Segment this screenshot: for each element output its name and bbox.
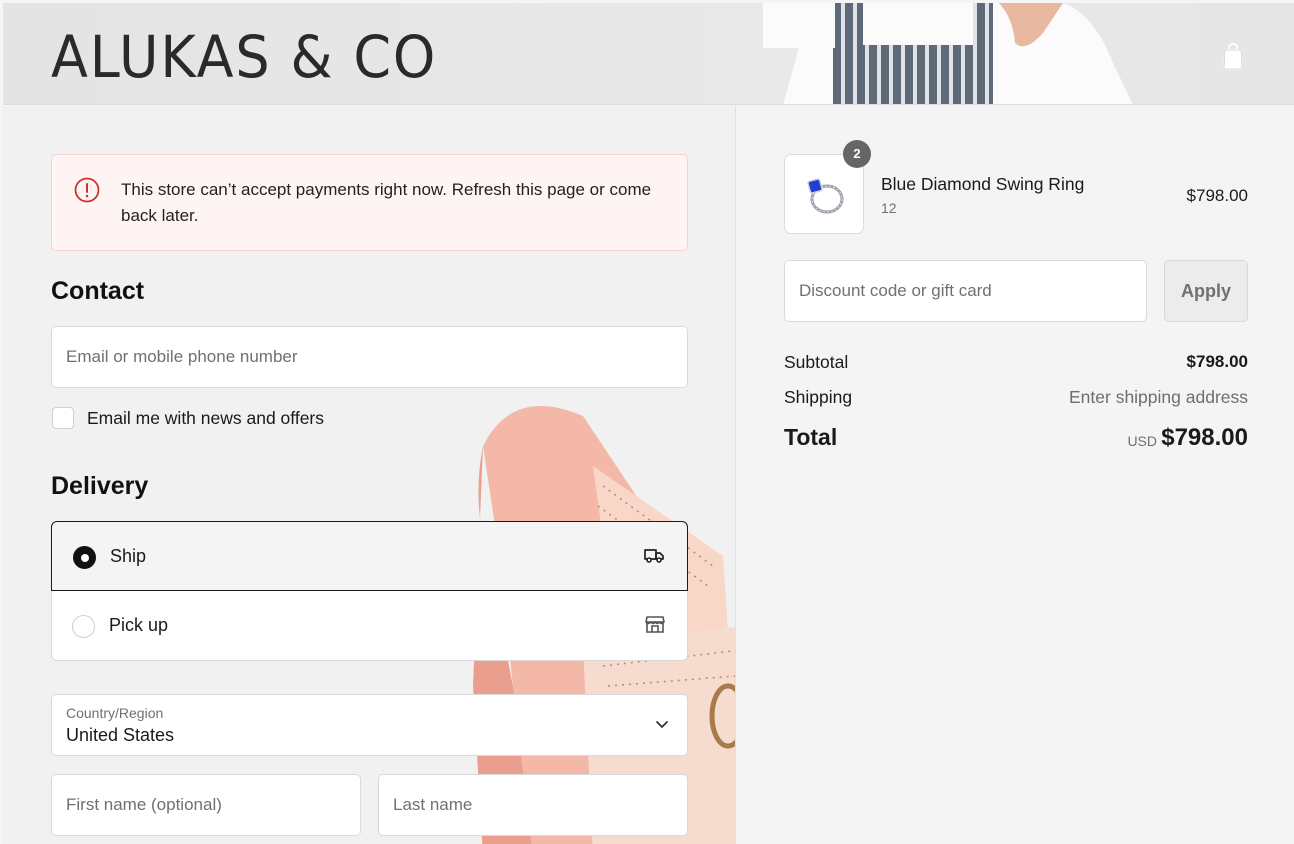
country-select[interactable]: Country/Region United States	[51, 694, 688, 756]
country-value: United States	[66, 725, 175, 745]
product-variant: 12	[881, 200, 897, 216]
pickup-radio[interactable]	[72, 615, 95, 638]
header-hero-image	[763, 3, 1133, 104]
quantity-badge: 2	[843, 140, 871, 168]
shipping-label: Shipping	[784, 387, 853, 407]
country-label: Country/Region	[66, 705, 164, 721]
delivery-method-group: Ship Pick up	[51, 521, 688, 661]
total-value: $798.00	[1161, 424, 1248, 451]
error-circle-icon	[74, 177, 100, 203]
newsletter-checkbox[interactable]	[52, 407, 74, 429]
order-summary-column: 2 Blue Diamond Swing Ring 12 $798.00 Dis…	[737, 106, 1294, 844]
discount-placeholder: Discount code or gift card	[799, 281, 992, 300]
last-name-field[interactable]: Last name	[378, 774, 688, 836]
pickup-label: Pick up	[109, 615, 169, 635]
store-logo[interactable]: ALUKAS & CO	[51, 23, 437, 91]
currency-code: USD	[1127, 433, 1157, 449]
product-price: $798.00	[1186, 186, 1248, 205]
total-label: Total	[784, 424, 838, 450]
delivery-option-ship[interactable]: Ship	[51, 521, 688, 591]
delivery-option-pickup[interactable]: Pick up	[51, 591, 688, 661]
payment-error-alert: This store can’t accept payments right n…	[51, 154, 688, 251]
subtotal-value: $798.00	[1186, 352, 1248, 371]
last-name-placeholder: Last name	[393, 795, 473, 814]
chevron-down-icon	[656, 721, 668, 728]
ship-radio[interactable]	[73, 546, 96, 569]
discount-code-field[interactable]: Discount code or gift card	[784, 260, 1147, 322]
first-name-placeholder: First name (optional)	[66, 795, 222, 814]
subtotal-label: Subtotal	[784, 352, 849, 372]
checkout-form-column: This store can’t accept payments right n…	[3, 106, 736, 844]
alert-message: This store can’t accept payments right n…	[121, 180, 652, 225]
contact-heading: Contact	[51, 277, 145, 305]
product-name: Blue Diamond Swing Ring	[881, 174, 1085, 194]
email-field[interactable]: Email or mobile phone number	[51, 326, 688, 388]
shipping-value: Enter shipping address	[1069, 387, 1248, 407]
delivery-heading: Delivery	[51, 472, 149, 500]
email-placeholder: Email or mobile phone number	[66, 347, 298, 366]
newsletter-label[interactable]: Email me with news and offers	[87, 408, 324, 429]
site-header: ALUKAS & CO	[3, 3, 1294, 105]
first-name-field[interactable]: First name (optional)	[51, 774, 361, 836]
truck-icon	[644, 549, 664, 563]
ship-label: Ship	[110, 546, 147, 566]
shopping-bag-icon[interactable]	[1220, 41, 1246, 71]
store-icon	[645, 616, 665, 633]
apply-discount-button[interactable]: Apply	[1164, 260, 1248, 322]
